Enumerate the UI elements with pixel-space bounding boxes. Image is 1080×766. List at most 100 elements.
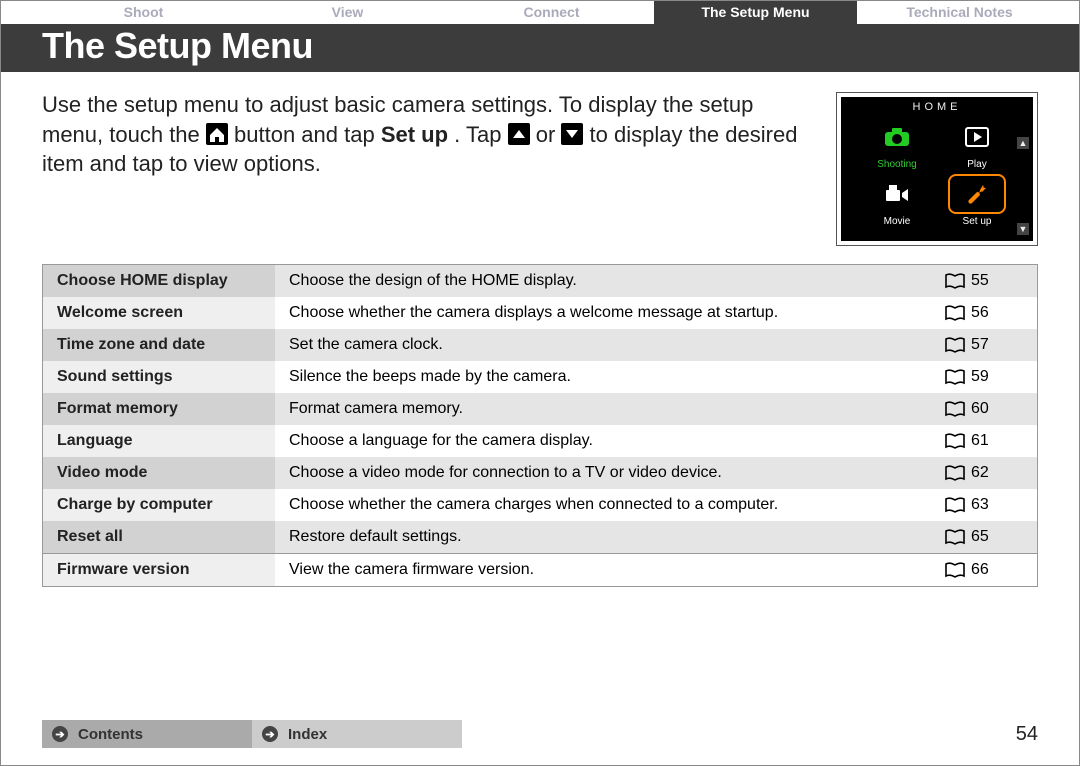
- tab-connect[interactable]: Connect: [450, 0, 654, 24]
- intro-text: or: [536, 122, 562, 147]
- row-page-num: 59: [971, 368, 989, 386]
- row-page-ref[interactable]: 55: [935, 265, 1037, 297]
- play-icon: [948, 117, 1006, 157]
- footer-contents-link[interactable]: ➔ Contents: [42, 720, 252, 748]
- row-desc: Silence the beeps made by the camera.: [275, 361, 935, 393]
- row-page-num: 60: [971, 400, 989, 418]
- table-row: Welcome screen Choose whether the camera…: [43, 297, 1037, 329]
- row-page-num: 57: [971, 336, 989, 354]
- thumb-title: HOME: [841, 101, 1033, 117]
- row-desc: Format camera memory.: [275, 393, 935, 425]
- book-icon: [945, 562, 965, 578]
- thumb-setup: Set up: [937, 174, 1017, 227]
- thumb-play: Play: [937, 117, 1017, 170]
- page-number: 54: [1016, 723, 1038, 746]
- movie-icon: [868, 174, 926, 214]
- table-row: Choose HOME display Choose the design of…: [43, 265, 1037, 297]
- book-icon: [945, 305, 965, 321]
- row-page-num: 55: [971, 272, 989, 290]
- home-icon: [206, 123, 228, 145]
- wrench-icon: [948, 174, 1006, 214]
- footer: ➔ Contents ➔ Index 54: [42, 720, 1038, 748]
- row-desc: Choose the design of the HOME display.: [275, 265, 935, 297]
- row-label: Language: [43, 425, 275, 457]
- tab-view[interactable]: View: [246, 0, 450, 24]
- table-row: Format memory Format camera memory. 60: [43, 393, 1037, 425]
- row-label: Time zone and date: [43, 329, 275, 361]
- book-icon: [945, 401, 965, 417]
- row-page-ref[interactable]: 60: [935, 393, 1037, 425]
- tab-spacer: [0, 0, 42, 24]
- row-desc: Choose a video mode for connection to a …: [275, 457, 935, 489]
- row-label: Firmware version: [43, 554, 275, 586]
- row-desc: View the camera firmware version.: [275, 554, 935, 586]
- thumb-play-label: Play: [967, 159, 986, 170]
- thumb-movie-label: Movie: [884, 216, 911, 227]
- down-arrow-icon: [561, 123, 583, 145]
- intro-paragraph: Use the setup menu to adjust basic camer…: [42, 90, 818, 246]
- top-tabs: Shoot View Connect The Setup Menu Techni…: [0, 0, 1080, 24]
- book-icon: [945, 273, 965, 289]
- thumb-scroll-down-icon: ▼: [1017, 223, 1029, 235]
- setup-options-table: Choose HOME display Choose the design of…: [42, 264, 1038, 587]
- row-label: Choose HOME display: [43, 265, 275, 297]
- up-arrow-icon: [508, 123, 530, 145]
- intro-text: . Tap: [454, 122, 507, 147]
- row-label: Format memory: [43, 393, 275, 425]
- row-page-ref[interactable]: 63: [935, 489, 1037, 521]
- row-page-ref[interactable]: 61: [935, 425, 1037, 457]
- table-row: Video mode Choose a video mode for conne…: [43, 457, 1037, 489]
- book-icon: [945, 369, 965, 385]
- row-page-ref[interactable]: 59: [935, 361, 1037, 393]
- intro-text: button and tap: [234, 122, 381, 147]
- tab-shoot[interactable]: Shoot: [42, 0, 246, 24]
- thumb-movie: Movie: [857, 174, 937, 227]
- book-icon: [945, 433, 965, 449]
- row-label: Video mode: [43, 457, 275, 489]
- book-icon: [945, 529, 965, 545]
- tab-spacer: [1062, 0, 1080, 24]
- camera-icon: [868, 117, 926, 157]
- row-page-num: 63: [971, 496, 989, 514]
- row-page-num: 62: [971, 464, 989, 482]
- row-label: Sound settings: [43, 361, 275, 393]
- row-label: Reset all: [43, 521, 275, 553]
- footer-index-label: Index: [288, 726, 327, 743]
- row-desc: Restore default settings.: [275, 521, 935, 553]
- tab-technical-notes[interactable]: Technical Notes: [858, 0, 1062, 24]
- table-row: Sound settings Silence the beeps made by…: [43, 361, 1037, 393]
- row-page-num: 65: [971, 528, 989, 546]
- home-screen-thumbnail: HOME ▲ ▼ Shooting Play: [836, 92, 1038, 246]
- row-desc: Choose whether the camera displays a wel…: [275, 297, 935, 329]
- row-page-ref[interactable]: 57: [935, 329, 1037, 361]
- book-icon: [945, 465, 965, 481]
- row-page-num: 56: [971, 304, 989, 322]
- intro-setup-word: Set up: [381, 122, 448, 147]
- book-icon: [945, 337, 965, 353]
- row-page-ref[interactable]: 66: [935, 554, 1037, 586]
- tab-setup-menu[interactable]: The Setup Menu: [654, 0, 858, 24]
- row-desc: Choose a language for the camera display…: [275, 425, 935, 457]
- row-label: Welcome screen: [43, 297, 275, 329]
- thumb-shooting-label: Shooting: [877, 159, 916, 170]
- thumb-setup-label: Set up: [963, 216, 992, 227]
- arrow-right-icon: ➔: [262, 726, 278, 742]
- arrow-right-icon: ➔: [52, 726, 68, 742]
- row-page-ref[interactable]: 65: [935, 521, 1037, 553]
- row-page-ref[interactable]: 56: [935, 297, 1037, 329]
- table-row: Language Choose a language for the camer…: [43, 425, 1037, 457]
- footer-contents-label: Contents: [78, 726, 143, 743]
- table-row: Firmware version View the camera firmwar…: [43, 553, 1037, 586]
- row-page-ref[interactable]: 62: [935, 457, 1037, 489]
- table-row: Reset all Restore default settings. 65: [43, 521, 1037, 553]
- row-label: Charge by computer: [43, 489, 275, 521]
- row-page-num: 66: [971, 561, 989, 579]
- book-icon: [945, 497, 965, 513]
- thumb-shooting: Shooting: [857, 117, 937, 170]
- table-row: Charge by computer Choose whether the ca…: [43, 489, 1037, 521]
- footer-index-link[interactable]: ➔ Index: [252, 720, 462, 748]
- row-page-num: 61: [971, 432, 989, 450]
- row-desc: Set the camera clock.: [275, 329, 935, 361]
- thumb-scroll-up-icon: ▲: [1017, 137, 1029, 149]
- row-desc: Choose whether the camera charges when c…: [275, 489, 935, 521]
